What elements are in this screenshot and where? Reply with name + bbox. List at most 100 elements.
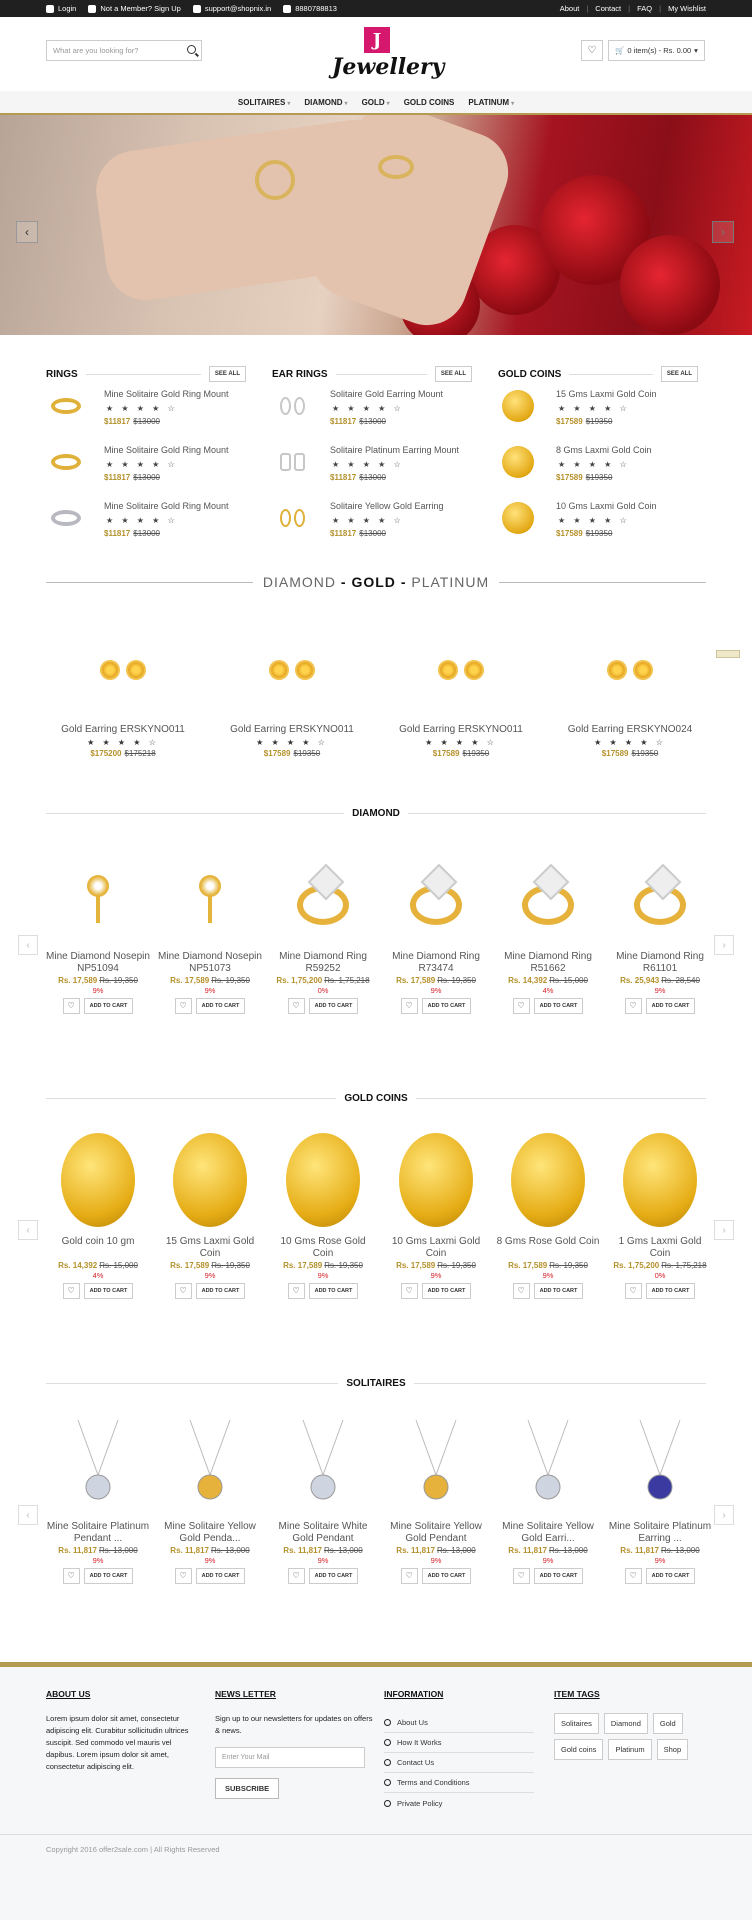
list-item[interactable]: 15 Gms Laxmi Gold Coin ★ ★ ★ ★ ☆ $17589 $19… [498,385,698,441]
product-card[interactable]: Mine Solitaire White Gold Pendant Rs. 11,… [271,1411,375,1584]
tag-gold-coins[interactable]: Gold coins [554,1739,604,1760]
banner-platinum[interactable]: PLATINUM [411,574,489,590]
nav-item-diamond[interactable]: DIAMOND ▾ [304,98,347,107]
list-item[interactable]: Solitaire Gold Earring Mount ★ ★ ★ ★ ☆ $11… [272,385,472,441]
see-all-button[interactable]: SEE ALL [660,366,698,382]
product-card[interactable]: Gold Earring ERSKYNO011 ★ ★ ★ ★ ☆ $175200 $… [48,620,198,758]
product-card[interactable]: Mine Solitaire Yellow Gold Pendant Rs. 11… [384,1411,488,1584]
wishlist-button[interactable]: ♡ [400,1283,418,1299]
tag-shop[interactable]: Shop [656,1739,689,1760]
wishlist-button[interactable]: ♡ [62,1283,80,1299]
tag-solitaires[interactable]: Solitaires [554,1713,599,1734]
wishlist-button[interactable]: ♡ [400,998,418,1014]
add-to-cart-button[interactable]: ADD TO CART [533,1283,584,1299]
product-card[interactable]: Mine Diamond Ring R51662 Rs. 14,392 Rs. 15… [496,841,600,1014]
wishlist-button[interactable]: ♡ [581,40,603,61]
wishlist-button[interactable]: ♡ [287,1568,305,1584]
product-card[interactable]: Mine Diamond Nosepin NP51073 Rs. 17,589 Rs… [158,841,262,1014]
site-logo[interactable]: J Jewellery [332,27,444,85]
search-icon[interactable] [187,45,196,54]
nav-item-gold-coins[interactable]: GOLD COINS [404,98,455,107]
search-input[interactable]: What are you looking for? [46,40,202,61]
wishlist-button[interactable]: ♡ [512,1568,530,1584]
wishlist-button[interactable]: ♡ [624,1568,642,1584]
product-card[interactable]: Mine Solitaire Platinum Pendant ... Rs. 1… [46,1411,150,1584]
add-to-cart-button[interactable]: ADD TO CART [83,1283,134,1299]
add-to-cart-button[interactable]: ADD TO CART [308,1568,359,1584]
add-to-cart-button[interactable]: ADD TO CART [533,1568,584,1584]
side-tab[interactable] [716,650,740,658]
carousel-next-button[interactable]: › [714,935,734,955]
list-item[interactable]: Mine Solitaire Gold Ring Mount ★ ★ ★ ★ ☆ $… [46,441,246,497]
tag-diamond[interactable]: Diamond [603,1713,648,1734]
product-card[interactable]: 8 Gms Rose Gold Coin Rs. 17,589 Rs. 19,350… [496,1126,600,1299]
wishlist-button[interactable]: ♡ [624,998,642,1014]
footer-link-contact[interactable]: Contact Us [384,1753,534,1773]
add-to-cart-button[interactable]: ADD TO CART [421,998,472,1014]
nav-item-solitaires[interactable]: SOLITAIRES ▾ [238,98,290,107]
wishlist-button[interactable]: ♡ [512,1283,530,1299]
email-link[interactable]: support@shopnix.in [192,4,271,13]
add-to-cart-button[interactable]: ADD TO CART [645,1568,696,1584]
list-item[interactable]: 8 Gms Laxmi Gold Coin ★ ★ ★ ★ ☆ $17589 $193… [498,441,698,497]
slider-prev-button[interactable]: ‹ [16,221,38,243]
list-item[interactable]: Mine Solitaire Gold Ring Mount ★ ★ ★ ★ ☆ $… [46,497,246,553]
product-card[interactable]: Gold Earring ERSKYNO011 ★ ★ ★ ★ ☆ $17589 $1… [386,620,536,758]
banner-gold[interactable]: GOLD [351,574,395,590]
signup-link[interactable]: Not a Member? Sign Up [88,4,181,13]
add-to-cart-button[interactable]: ADD TO CART [83,998,134,1014]
add-to-cart-button[interactable]: ADD TO CART [195,1283,246,1299]
product-card[interactable]: Mine Diamond Ring R59252 Rs. 1,75,200 Rs. … [271,841,375,1014]
product-card[interactable]: Mine Solitaire Platinum Earring ... Rs. 1… [608,1411,712,1584]
footer-link-about[interactable]: About Us [384,1713,534,1733]
wishlist-button[interactable]: ♡ [512,998,530,1014]
add-to-cart-button[interactable]: ADD TO CART [195,998,246,1014]
add-to-cart-button[interactable]: ADD TO CART [645,998,696,1014]
product-card[interactable]: Mine Diamond Ring R61101 Rs. 25,943 Rs. 28… [608,841,712,1014]
tag-platinum[interactable]: Platinum [608,1739,652,1760]
carousel-prev-button[interactable]: ‹ [18,935,38,955]
list-item[interactable]: Solitaire Yellow Gold Earring ★ ★ ★ ★ ☆ $1… [272,497,472,553]
product-card[interactable]: Gold coin 10 gm Rs. 14,392 Rs. 15,000 4% ♡ AD… [46,1126,150,1299]
wishlist-button[interactable]: ♡ [287,1283,305,1299]
slider-next-button[interactable]: › [712,221,734,243]
about-link[interactable]: About [560,4,580,13]
wishlist-button[interactable]: ♡ [400,1568,418,1584]
product-card[interactable]: 15 Gms Laxmi Gold Coin Rs. 17,589 Rs. 19,3… [158,1126,262,1299]
login-link[interactable]: Login [46,4,76,13]
footer-link-terms[interactable]: Terms and Conditions [384,1773,534,1793]
add-to-cart-button[interactable]: ADD TO CART [421,1283,472,1299]
footer-link-privacy[interactable]: Private Policy [384,1793,534,1813]
wishlist-button[interactable]: ♡ [624,1283,642,1299]
product-card[interactable]: Mine Solitaire Yellow Gold Earri... Rs. 1… [496,1411,600,1584]
add-to-cart-button[interactable]: ADD TO CART [308,1283,359,1299]
phone-link[interactable]: 8880788813 [283,4,337,13]
wishlist-button[interactable]: ♡ [287,998,305,1014]
product-card[interactable]: Mine Diamond Ring R73474 Rs. 17,589 Rs. 19… [384,841,488,1014]
tag-gold[interactable]: Gold [652,1713,683,1734]
wishlist-button[interactable]: ♡ [174,998,192,1014]
add-to-cart-button[interactable]: ADD TO CART [421,1568,472,1584]
nav-item-gold[interactable]: GOLD ▾ [362,98,390,107]
faq-link[interactable]: FAQ [637,4,652,13]
wishlist-button[interactable]: ♡ [62,998,80,1014]
list-item[interactable]: Solitaire Platinum Earring Mount ★ ★ ★ ★ … [272,441,472,497]
wishlist-button[interactable]: ♡ [174,1283,192,1299]
add-to-cart-button[interactable]: ADD TO CART [308,998,359,1014]
product-card[interactable]: 1 Gms Laxmi Gold Coin Rs. 1,75,200 Rs. 1,7… [608,1126,712,1299]
see-all-button[interactable]: SEE ALL [434,366,472,382]
list-item[interactable]: Mine Solitaire Gold Ring Mount ★ ★ ★ ★ ☆ $… [46,385,246,441]
wishlist-button[interactable]: ♡ [174,1568,192,1584]
see-all-button[interactable]: SEE ALL [208,366,246,382]
carousel-prev-button[interactable]: ‹ [18,1505,38,1525]
product-card[interactable]: Gold Earring ERSKYNO024 ★ ★ ★ ★ ☆ $17589 $1… [555,620,705,758]
wishlist-link[interactable]: My Wishlist [668,4,706,13]
cart-button[interactable]: 🛒 0 item(s) - Rs. 0.00 ▾ [608,40,705,61]
add-to-cart-button[interactable]: ADD TO CART [533,998,584,1014]
banner-diamond[interactable]: DIAMOND [263,574,336,590]
product-card[interactable]: Mine Solitaire Yellow Gold Penda... Rs. 1… [158,1411,262,1584]
email-field[interactable]: Enter Your Mail [215,1747,365,1768]
carousel-prev-button[interactable]: ‹ [18,1220,38,1240]
product-card[interactable]: 10 Gms Rose Gold Coin Rs. 17,589 Rs. 19,35… [271,1126,375,1299]
footer-link-how-it-works[interactable]: How It Works [384,1733,534,1753]
